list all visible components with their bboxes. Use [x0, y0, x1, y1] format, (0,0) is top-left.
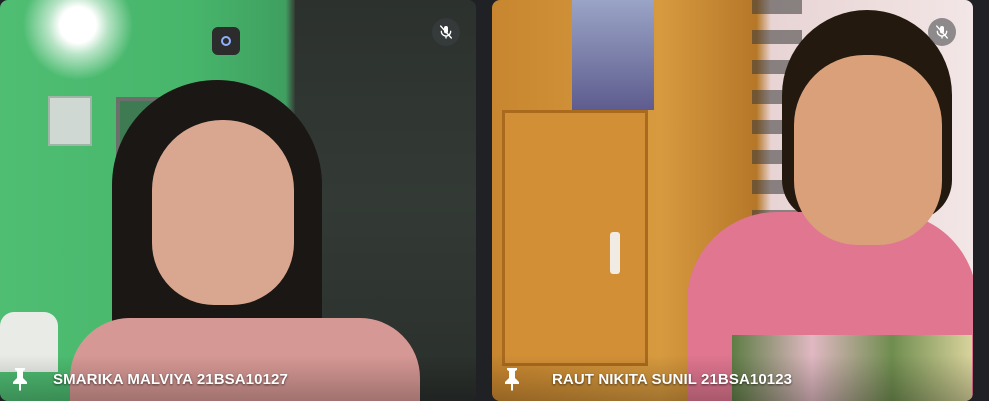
pin-icon[interactable]: [502, 367, 522, 391]
participant-name: RAUT NIKITA SUNIL 21BSA10123: [552, 371, 793, 388]
video-feed: [0, 0, 476, 401]
video-feed: [492, 0, 973, 401]
mic-off-icon: [432, 18, 460, 46]
participant-tile-2[interactable]: RAUT NIKITA SUNIL 21BSA10123: [492, 0, 973, 401]
participant-tile-1[interactable]: SMARIKA MALVIYA 21BSA10127: [0, 0, 476, 401]
participant-name: SMARIKA MALVIYA 21BSA10127: [53, 371, 288, 388]
pin-icon[interactable]: [10, 367, 30, 391]
name-bar: SMARIKA MALVIYA 21BSA10127: [0, 355, 476, 401]
mic-off-icon: [928, 18, 956, 46]
name-bar: RAUT NIKITA SUNIL 21BSA10123: [492, 355, 973, 401]
